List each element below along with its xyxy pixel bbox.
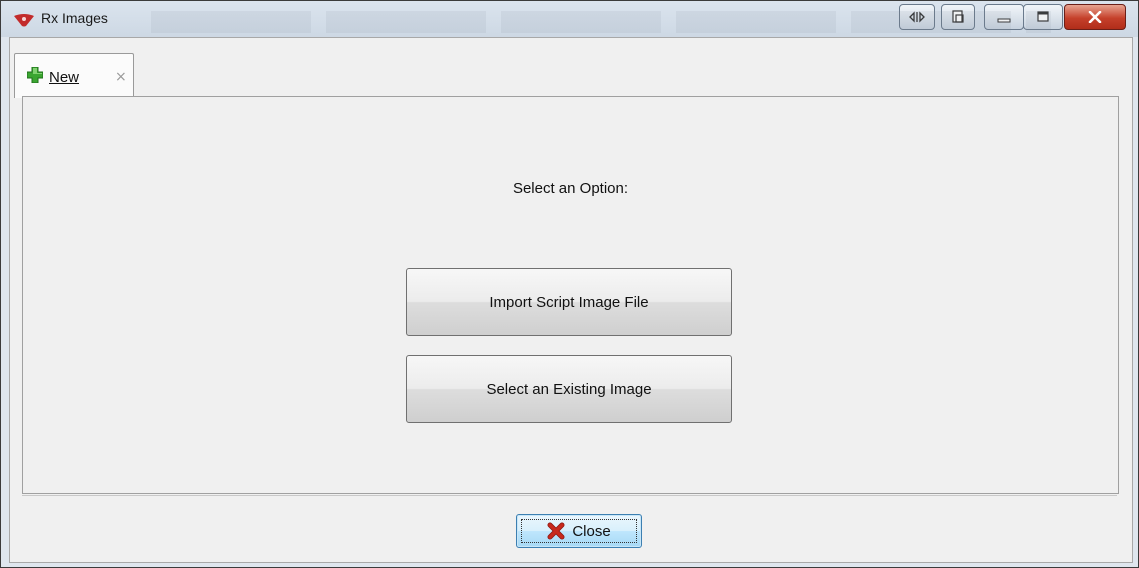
minimize-button[interactable] — [984, 4, 1024, 30]
app-logo-icon — [14, 14, 34, 27]
maximize-icon — [1037, 11, 1049, 22]
window-close-button[interactable] — [1064, 4, 1126, 30]
import-button-label: Import Script Image File — [489, 293, 649, 311]
arrows-left-right-icon — [909, 11, 925, 23]
prompt-label: Select an Option: — [512, 180, 629, 197]
close-button[interactable]: Close — [516, 514, 642, 548]
title-bar[interactable]: Rx Images — [1, 1, 1138, 37]
focus-rectangle — [521, 519, 637, 543]
minimize-icon — [997, 18, 1011, 23]
green-plus-icon — [27, 67, 43, 83]
select-button-label: Select an Existing Image — [486, 380, 652, 398]
maximize-button[interactable] — [1023, 4, 1063, 30]
app-window: Rx Images New × Select an Option: Import… — [0, 0, 1139, 568]
tab-new-label: New — [49, 69, 79, 86]
tab-content: Select an Option: Import Script Image Fi… — [22, 96, 1119, 494]
window-close-icon — [1088, 11, 1102, 23]
split-view-button[interactable] — [899, 4, 935, 30]
tab-close-icon[interactable]: × — [115, 69, 127, 85]
select-existing-image-button[interactable]: Select an Existing Image — [406, 355, 732, 423]
window-title: Rx Images — [41, 10, 108, 26]
document-icon — [952, 10, 964, 23]
import-script-image-button[interactable]: Import Script Image File — [406, 268, 732, 336]
tab-new[interactable]: New × — [14, 53, 134, 98]
tab-new-label-text: New — [49, 69, 80, 86]
pin-window-button[interactable] — [941, 4, 975, 30]
client-area: New × Select an Option: Import Script Im… — [9, 37, 1133, 563]
footer-divider — [22, 495, 1117, 496]
